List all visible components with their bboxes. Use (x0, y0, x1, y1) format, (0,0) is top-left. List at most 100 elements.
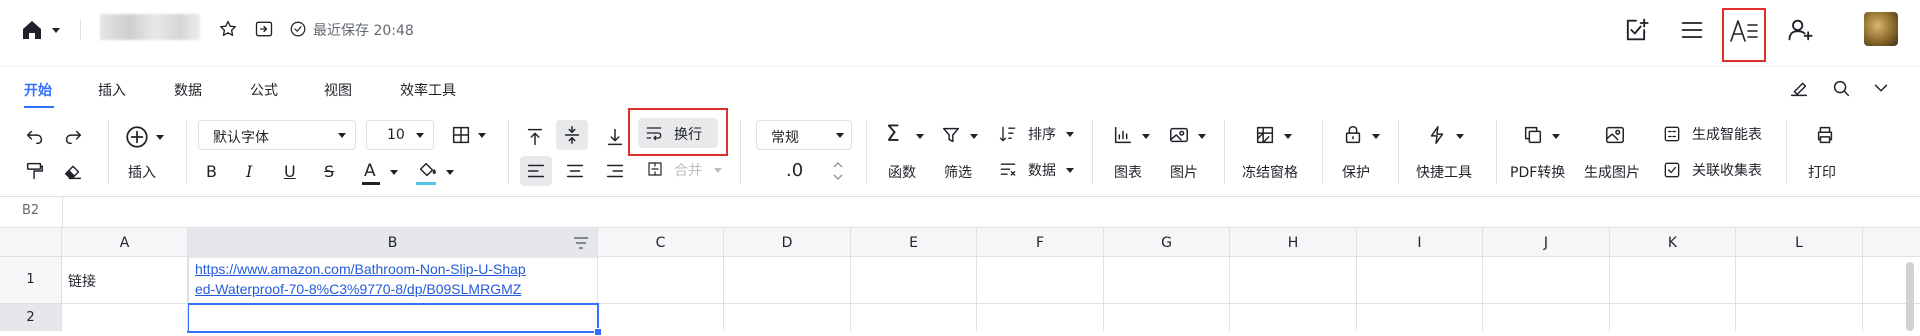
column-filter-icon[interactable] (573, 236, 589, 250)
data-button[interactable]: 数据 (998, 160, 1078, 184)
column-header-c[interactable]: C (598, 228, 724, 258)
generate-image-label: 生成图片 (1584, 165, 1640, 181)
home-button[interactable] (20, 18, 60, 42)
row-number: 2 (26, 310, 35, 325)
cell-a1[interactable]: 链接 (68, 271, 96, 291)
print-button[interactable]: 打印 (1806, 124, 1846, 184)
font-size-value: 10 (387, 127, 405, 143)
undo-icon[interactable] (24, 126, 46, 148)
link-collect-label: 关联收集表 (1692, 163, 1762, 179)
tab-start[interactable]: 开始 (24, 80, 52, 100)
tab-view[interactable]: 视图 (324, 80, 352, 100)
brush-icon[interactable] (1788, 77, 1810, 99)
lock-icon (1345, 126, 1361, 144)
avatar[interactable] (1864, 12, 1898, 46)
cell-b1-link-line2[interactable]: ed-Waterproof-70-8%C3%9770-8/dp/B09SLMRG… (195, 281, 521, 297)
tab-formula[interactable]: 公式 (250, 80, 278, 100)
move-to-folder-icon[interactable] (254, 19, 274, 39)
column-header-j[interactable]: J (1483, 228, 1610, 258)
collapse-ribbon-icon[interactable] (1870, 77, 1892, 99)
star-icon[interactable] (218, 19, 238, 39)
filter-label: 筛选 (944, 165, 972, 181)
pdf-convert-button[interactable]: PDF转换 (1510, 124, 1574, 184)
column-header-f[interactable]: F (977, 228, 1104, 258)
lightning-icon (1430, 126, 1444, 144)
cell-b1[interactable]: https://www.amazon.com/Bathroom-Non-Slip… (188, 257, 598, 303)
merge-button[interactable]: 合并 (646, 160, 726, 184)
wrap-text-icon (646, 127, 662, 141)
column-header-d[interactable]: D (724, 228, 851, 258)
checkbox-icon (1664, 162, 1680, 178)
generate-image-button[interactable]: 生成图片 (1584, 124, 1648, 184)
redo-icon[interactable] (62, 126, 84, 148)
align-right-icon[interactable] (604, 160, 626, 182)
decimal-stepper[interactable] (832, 158, 844, 184)
column-header-g[interactable]: G (1104, 228, 1230, 258)
search-icon[interactable] (1830, 77, 1852, 99)
row-header[interactable]: 2 (0, 304, 62, 331)
column-header-b[interactable]: B (188, 228, 598, 258)
tab-data[interactable]: 数据 (174, 80, 202, 100)
decimal-places[interactable]: .0 (786, 160, 803, 181)
functions-button[interactable]: Σ 函数 (884, 122, 934, 184)
column-header-k[interactable]: K (1610, 228, 1736, 258)
align-center-icon[interactable] (564, 160, 586, 182)
header-divider (80, 20, 81, 40)
vertical-scrollbar[interactable] (1906, 262, 1914, 331)
fill-color-button[interactable] (416, 160, 456, 186)
tab-insert[interactable]: 插入 (98, 80, 126, 100)
insert-button[interactable]: 插入 (122, 124, 170, 184)
wrap-text-button[interactable]: 换行 (638, 118, 718, 148)
cell-a2[interactable] (62, 304, 188, 331)
filter-button[interactable]: 筛选 (940, 124, 990, 184)
doc-title[interactable] (100, 14, 200, 40)
filter-icon (942, 127, 960, 143)
align-bottom-icon[interactable] (604, 126, 626, 148)
strikethrough-icon[interactable]: S (324, 162, 334, 181)
column-header-i[interactable]: I (1357, 228, 1483, 258)
save-status: 最近保存 20:48 (313, 23, 414, 39)
smart-table-button[interactable]: 生成智能表 (1662, 124, 1772, 148)
column-header-a[interactable]: A (62, 228, 188, 258)
align-left-button[interactable] (520, 156, 552, 186)
column-header-h[interactable]: H (1230, 228, 1357, 258)
font-color-button[interactable]: A (362, 160, 402, 186)
number-format-select[interactable]: 常规 (756, 120, 852, 150)
italic-icon[interactable]: I (246, 162, 252, 181)
align-top-icon[interactable] (524, 126, 546, 148)
font-name-select[interactable]: 默认字体 (198, 120, 356, 150)
clear-format-icon[interactable] (62, 160, 84, 182)
cell-b1-link-line1[interactable]: https://www.amazon.com/Bathroom-Non-Slip… (195, 261, 526, 277)
formula-input[interactable] (63, 197, 1920, 227)
quick-tools-button[interactable]: 快捷工具 (1414, 124, 1484, 184)
sort-label: 排序 (1028, 127, 1056, 143)
bold-icon[interactable]: B (206, 162, 217, 181)
protect-button[interactable]: 保护 (1340, 124, 1390, 184)
select-all-corner[interactable] (0, 228, 62, 258)
menu-icon[interactable] (1678, 16, 1706, 44)
underline-icon[interactable]: U (284, 162, 296, 181)
text-format-icon[interactable] (1728, 16, 1760, 46)
fill-handle[interactable] (594, 328, 602, 336)
link-collect-button[interactable]: 关联收集表 (1662, 160, 1772, 184)
column-header-l[interactable]: L (1736, 228, 1863, 258)
paint-bucket-icon (419, 162, 436, 177)
row-header[interactable]: 1 (0, 257, 62, 303)
tab-efficiency-tools[interactable]: 效率工具 (400, 80, 456, 100)
format-painter-icon[interactable] (24, 160, 46, 182)
cell-reference-box[interactable]: B2 (0, 197, 63, 227)
chart-button[interactable]: 图表 (1112, 124, 1162, 184)
task-add-icon[interactable] (1622, 16, 1650, 44)
font-size-select[interactable]: 10 (366, 120, 434, 150)
cell-reference: B2 (22, 203, 40, 218)
cell-b2-selected[interactable] (187, 303, 599, 333)
share-user-icon[interactable] (1786, 16, 1814, 44)
column-header-e[interactable]: E (851, 228, 977, 258)
chart-label: 图表 (1114, 165, 1142, 181)
sort-button[interactable]: 排序 (998, 124, 1078, 148)
number-format-value: 常规 (771, 130, 799, 146)
align-middle-button[interactable] (556, 120, 588, 150)
border-button[interactable] (450, 124, 490, 148)
image-button[interactable]: 图片 (1168, 124, 1218, 184)
freeze-panes-button[interactable]: 冻结窗格 (1240, 124, 1310, 184)
